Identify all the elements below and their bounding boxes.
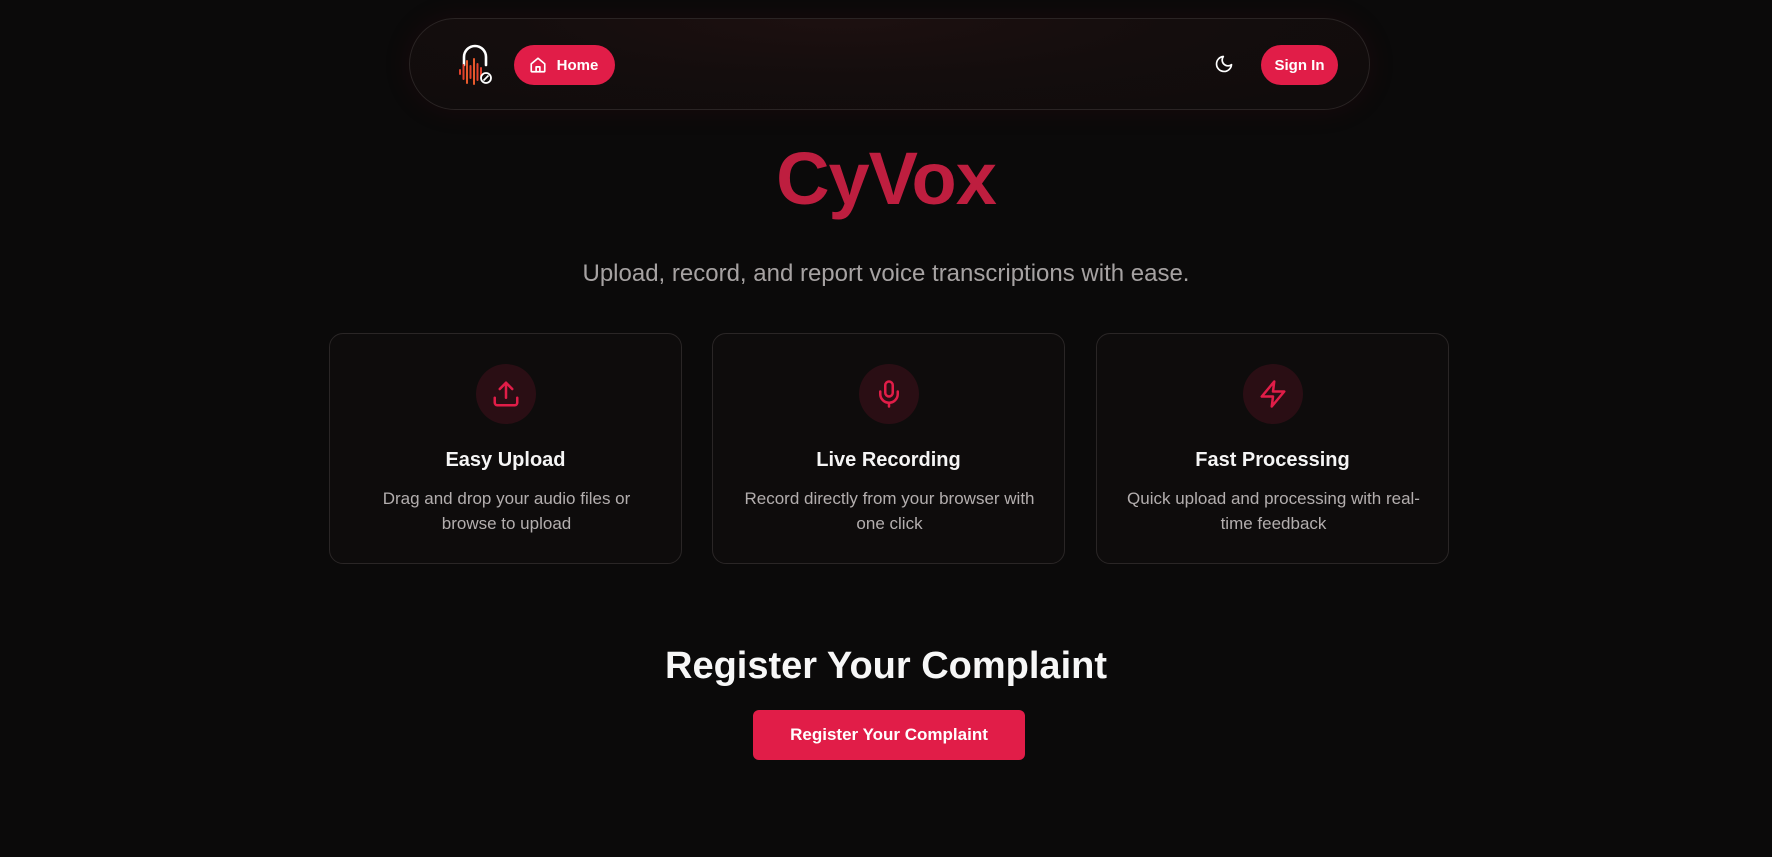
theme-toggle-button[interactable] — [1208, 49, 1240, 81]
moon-icon — [1214, 54, 1234, 77]
headphones-waveform-icon[interactable] — [457, 43, 493, 87]
feature-card-easy-upload: Easy Upload Drag and drop your audio fil… — [329, 333, 682, 564]
feature-title: Easy Upload — [445, 449, 566, 471]
home-icon — [529, 56, 547, 74]
feature-card-live-recording: Live Recording Record directly from your… — [712, 333, 1065, 564]
feature-description: Record directly from your browser with o… — [744, 489, 1035, 533]
feature-description: Quick upload and processing with real-ti… — [1127, 489, 1420, 533]
register-heading: Register Your Complaint — [665, 645, 1107, 687]
feature-title: Fast Processing — [1195, 449, 1350, 471]
sign-in-button[interactable]: Sign In — [1261, 45, 1338, 85]
home-button[interactable]: Home — [514, 45, 615, 85]
navbar: Home Sign In — [409, 18, 1370, 110]
lightning-icon — [1243, 364, 1303, 424]
page-title: CyVox — [776, 137, 997, 220]
microphone-icon — [859, 364, 919, 424]
feature-card-fast-processing: Fast Processing Quick upload and process… — [1096, 333, 1449, 564]
upload-icon — [476, 364, 536, 424]
register-complaint-button[interactable]: Register Your Complaint — [753, 710, 1025, 760]
feature-title: Live Recording — [816, 449, 961, 471]
feature-description: Drag and drop your audio files or browse… — [382, 489, 631, 533]
home-label: Home — [556, 56, 599, 74]
page-subtitle: Upload, record, and report voice transcr… — [582, 260, 1190, 287]
